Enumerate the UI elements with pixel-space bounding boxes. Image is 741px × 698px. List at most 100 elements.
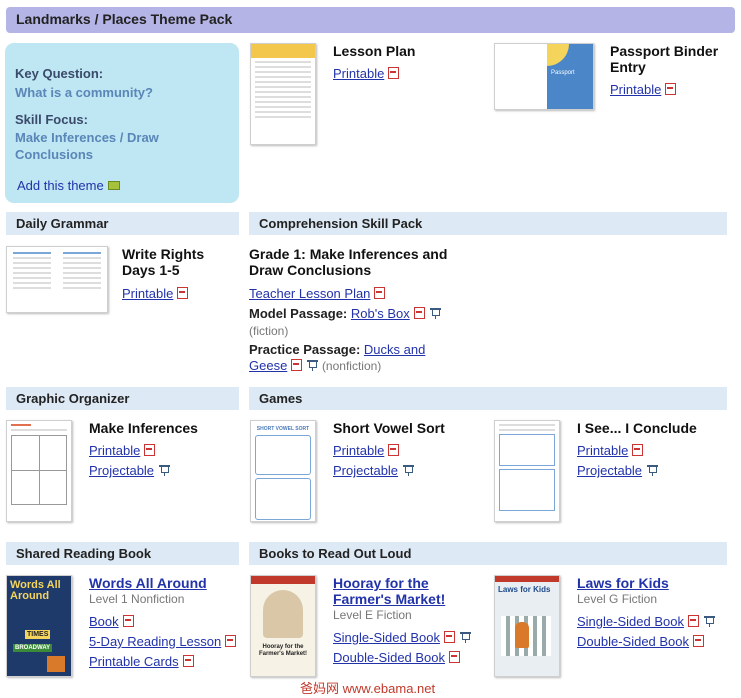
- add-theme-label: Add this theme: [17, 178, 104, 193]
- games-header: Games: [249, 387, 727, 410]
- book-link[interactable]: Book: [89, 614, 119, 629]
- is-projectable-row: Projectable: [577, 463, 659, 479]
- section-heading: Shared Reading Book: [16, 546, 152, 561]
- hooray-cover-title: Hooray for the Farmer's Market!: [258, 644, 308, 657]
- printable-link[interactable]: Printable: [333, 443, 384, 458]
- pdf-icon: [388, 67, 400, 79]
- projectable-link[interactable]: Projectable: [577, 463, 642, 478]
- add-theme-link[interactable]: Add this theme: [17, 178, 120, 193]
- pdf-icon: [632, 444, 644, 456]
- pdf-icon: [665, 83, 677, 95]
- practice-passage-label: Practice Passage:: [249, 342, 361, 357]
- projector-icon[interactable]: [429, 308, 441, 319]
- printable-link[interactable]: Printable: [122, 286, 173, 301]
- short-vowel-thumb-heading: SHORT VOWEL SORT: [256, 426, 310, 432]
- page-title: Landmarks / Places Theme Pack: [16, 11, 233, 27]
- laws-for-kids-title[interactable]: Laws for Kids: [577, 575, 669, 591]
- pdf-icon: [177, 287, 189, 299]
- single-sided-book-link[interactable]: Single-Sided Book: [333, 630, 440, 645]
- key-question-text: What is a community?: [15, 85, 153, 100]
- lesson-plan-title: Lesson Plan: [333, 43, 416, 59]
- passport-title: Passport Binder Entry: [610, 43, 719, 75]
- book-row: Book: [89, 614, 134, 630]
- pdf-icon: [443, 631, 455, 643]
- double-sided-book-link[interactable]: Double-Sided Book: [577, 634, 689, 649]
- hooray-title[interactable]: Hooray for the Farmer's Market!: [333, 575, 473, 607]
- pdf-icon: [413, 307, 425, 319]
- pdf-icon: [388, 444, 400, 456]
- hooray-cover[interactable]: Hooray for the Farmer's Market!: [250, 575, 316, 677]
- printable-link[interactable]: Printable: [89, 443, 140, 458]
- grammar-thumbnail[interactable]: [6, 246, 108, 313]
- hooray-level: Level E Fiction: [333, 608, 412, 622]
- theme-title-bar: Landmarks / Places Theme Pack: [6, 7, 735, 33]
- pdf-icon: [693, 635, 705, 647]
- pdf-icon: [291, 359, 303, 371]
- model-passage-label: Model Passage:: [249, 306, 348, 321]
- lesson-plan-thumbnail[interactable]: [250, 43, 316, 145]
- comprehension-title: Grade 1: Make Inferences and Draw Conclu…: [249, 246, 448, 278]
- go-printable-row: Printable: [89, 443, 156, 459]
- printable-link[interactable]: Printable: [333, 66, 384, 81]
- projector-icon[interactable]: [459, 632, 471, 643]
- laws-cover-title: Laws for Kids: [498, 585, 551, 594]
- single-sided-book-link[interactable]: Single-Sided Book: [577, 614, 684, 629]
- graphic-organizer-header: Graphic Organizer: [6, 387, 239, 410]
- skill-focus-label: Skill Focus:: [15, 112, 88, 127]
- pdf-icon: [144, 444, 156, 456]
- key-question-panel: Key Question: What is a community? Skill…: [5, 43, 239, 203]
- projector-icon: [159, 465, 171, 476]
- practice-passage-note: (nonfiction): [321, 359, 382, 373]
- printable-link[interactable]: Printable: [610, 82, 661, 97]
- watermark: 爸妈网 www.ebama.net: [300, 681, 436, 696]
- model-passage-row: Model Passage: Rob's Box (fiction): [249, 305, 479, 340]
- pdf-icon: [225, 635, 237, 647]
- i-see-thumbnail[interactable]: [494, 420, 560, 522]
- words-all-around-title[interactable]: Words All Around: [89, 575, 207, 591]
- projector-icon[interactable]: [703, 616, 715, 627]
- reading-lesson-row: 5-Day Reading Lesson: [89, 634, 237, 650]
- reading-lesson-link[interactable]: 5-Day Reading Lesson: [89, 634, 221, 649]
- printable-cards-link[interactable]: Printable Cards: [89, 654, 179, 669]
- grammar-links: Printable: [122, 286, 189, 302]
- section-heading: Daily Grammar: [16, 216, 109, 231]
- passport-thumbnail[interactable]: Passport: [494, 43, 594, 110]
- passport-cover-text: Passport: [551, 70, 575, 76]
- pdf-icon: [449, 651, 461, 663]
- key-question-label: Key Question:: [15, 66, 104, 81]
- pdf-icon: [687, 615, 699, 627]
- section-heading: Comprehension Skill Pack: [259, 216, 423, 231]
- sv-projectable-row: Projectable: [333, 463, 415, 479]
- graphic-organizer-thumbnail[interactable]: [6, 420, 72, 522]
- section-heading: Graphic Organizer: [16, 391, 130, 406]
- words-cover-title: Words All Around: [10, 579, 61, 602]
- laws-for-kids-cover[interactable]: Laws for Kids: [494, 575, 560, 677]
- comprehension-header: Comprehension Skill Pack: [249, 212, 727, 235]
- projectable-link[interactable]: Projectable: [89, 463, 154, 478]
- pdf-icon: [182, 655, 194, 667]
- teacher-lesson-plan-link[interactable]: Teacher Lesson Plan: [249, 286, 370, 301]
- teacher-plan-row: Teacher Lesson Plan: [249, 286, 386, 302]
- projector-icon[interactable]: [307, 360, 319, 371]
- words-all-around-cover[interactable]: Words All Around TIMES BROADWAY: [6, 575, 72, 677]
- folder-add-icon: [107, 181, 120, 190]
- projectable-link[interactable]: Projectable: [333, 463, 398, 478]
- lesson-plan-links: Printable: [333, 66, 400, 82]
- section-heading: Games: [259, 391, 303, 406]
- pdf-icon: [374, 287, 386, 299]
- projector-icon: [647, 465, 659, 476]
- printable-link[interactable]: Printable: [577, 443, 628, 458]
- projector-icon: [403, 465, 415, 476]
- model-passage-link[interactable]: Rob's Box: [351, 306, 410, 321]
- graphic-organizer-title: Make Inferences: [89, 420, 198, 436]
- double-sided-book-link[interactable]: Double-Sided Book: [333, 650, 445, 665]
- broadway-sign: BROADWAY: [13, 644, 53, 652]
- section-heading: Books to Read Out Loud: [259, 546, 412, 561]
- pdf-icon: [122, 615, 134, 627]
- laws-single-row: Single-Sided Book: [577, 614, 715, 630]
- skill-focus-text: Make Inferences / Draw Conclusions: [15, 130, 159, 162]
- hooray-single-row: Single-Sided Book: [333, 630, 471, 646]
- laws-double-row: Double-Sided Book: [577, 634, 705, 650]
- laws-level: Level G Fiction: [577, 592, 658, 606]
- short-vowel-thumbnail[interactable]: SHORT VOWEL SORT: [250, 420, 316, 522]
